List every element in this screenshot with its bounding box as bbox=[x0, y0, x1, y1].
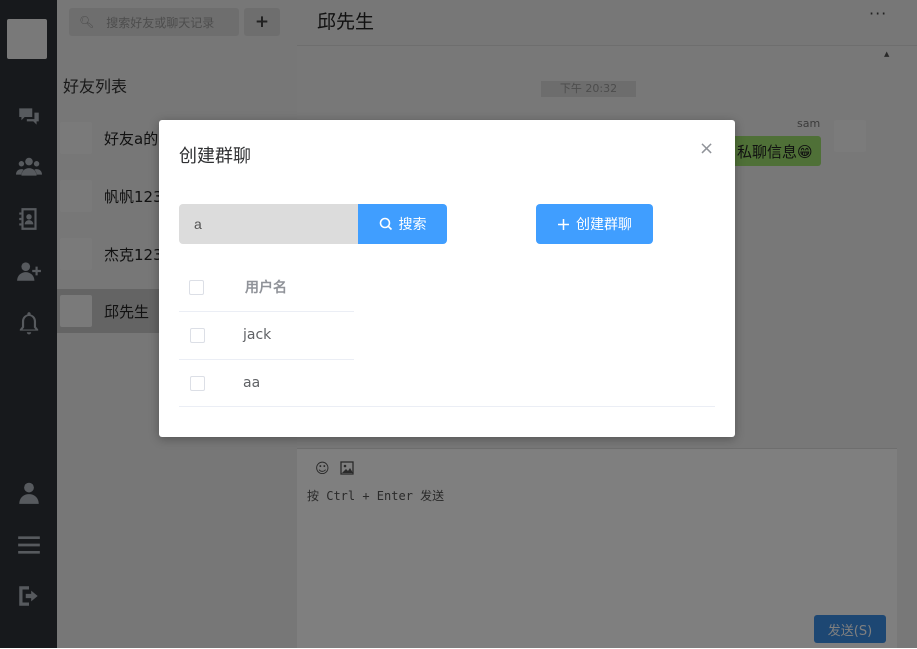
row-checkbox[interactable] bbox=[190, 375, 205, 391]
row-checkbox[interactable] bbox=[190, 327, 205, 343]
username-cell: aa bbox=[243, 375, 261, 391]
create-group-button[interactable]: 创建群聊 bbox=[536, 204, 653, 244]
close-icon[interactable]: × bbox=[699, 138, 714, 159]
create-group-label: 创建群聊 bbox=[576, 217, 632, 233]
create-group-dialog: 创建群聊 × 搜索 创建群聊 用户名 jack aa bbox=[159, 120, 735, 437]
search-button-label: 搜索 bbox=[398, 217, 427, 233]
user-search-input[interactable] bbox=[179, 204, 358, 244]
table-bottom-border bbox=[179, 406, 715, 407]
username-cell: jack bbox=[243, 327, 272, 343]
plus-icon bbox=[557, 218, 570, 231]
search-icon bbox=[379, 217, 393, 231]
select-all-checkbox[interactable] bbox=[189, 279, 204, 295]
column-header-username: 用户名 bbox=[245, 280, 287, 296]
table-row[interactable]: aa bbox=[179, 359, 354, 407]
search-button[interactable]: 搜索 bbox=[358, 204, 447, 244]
dialog-title: 创建群聊 bbox=[179, 146, 251, 167]
table-row[interactable]: jack bbox=[179, 311, 354, 360]
table-header: 用户名 bbox=[179, 263, 354, 312]
